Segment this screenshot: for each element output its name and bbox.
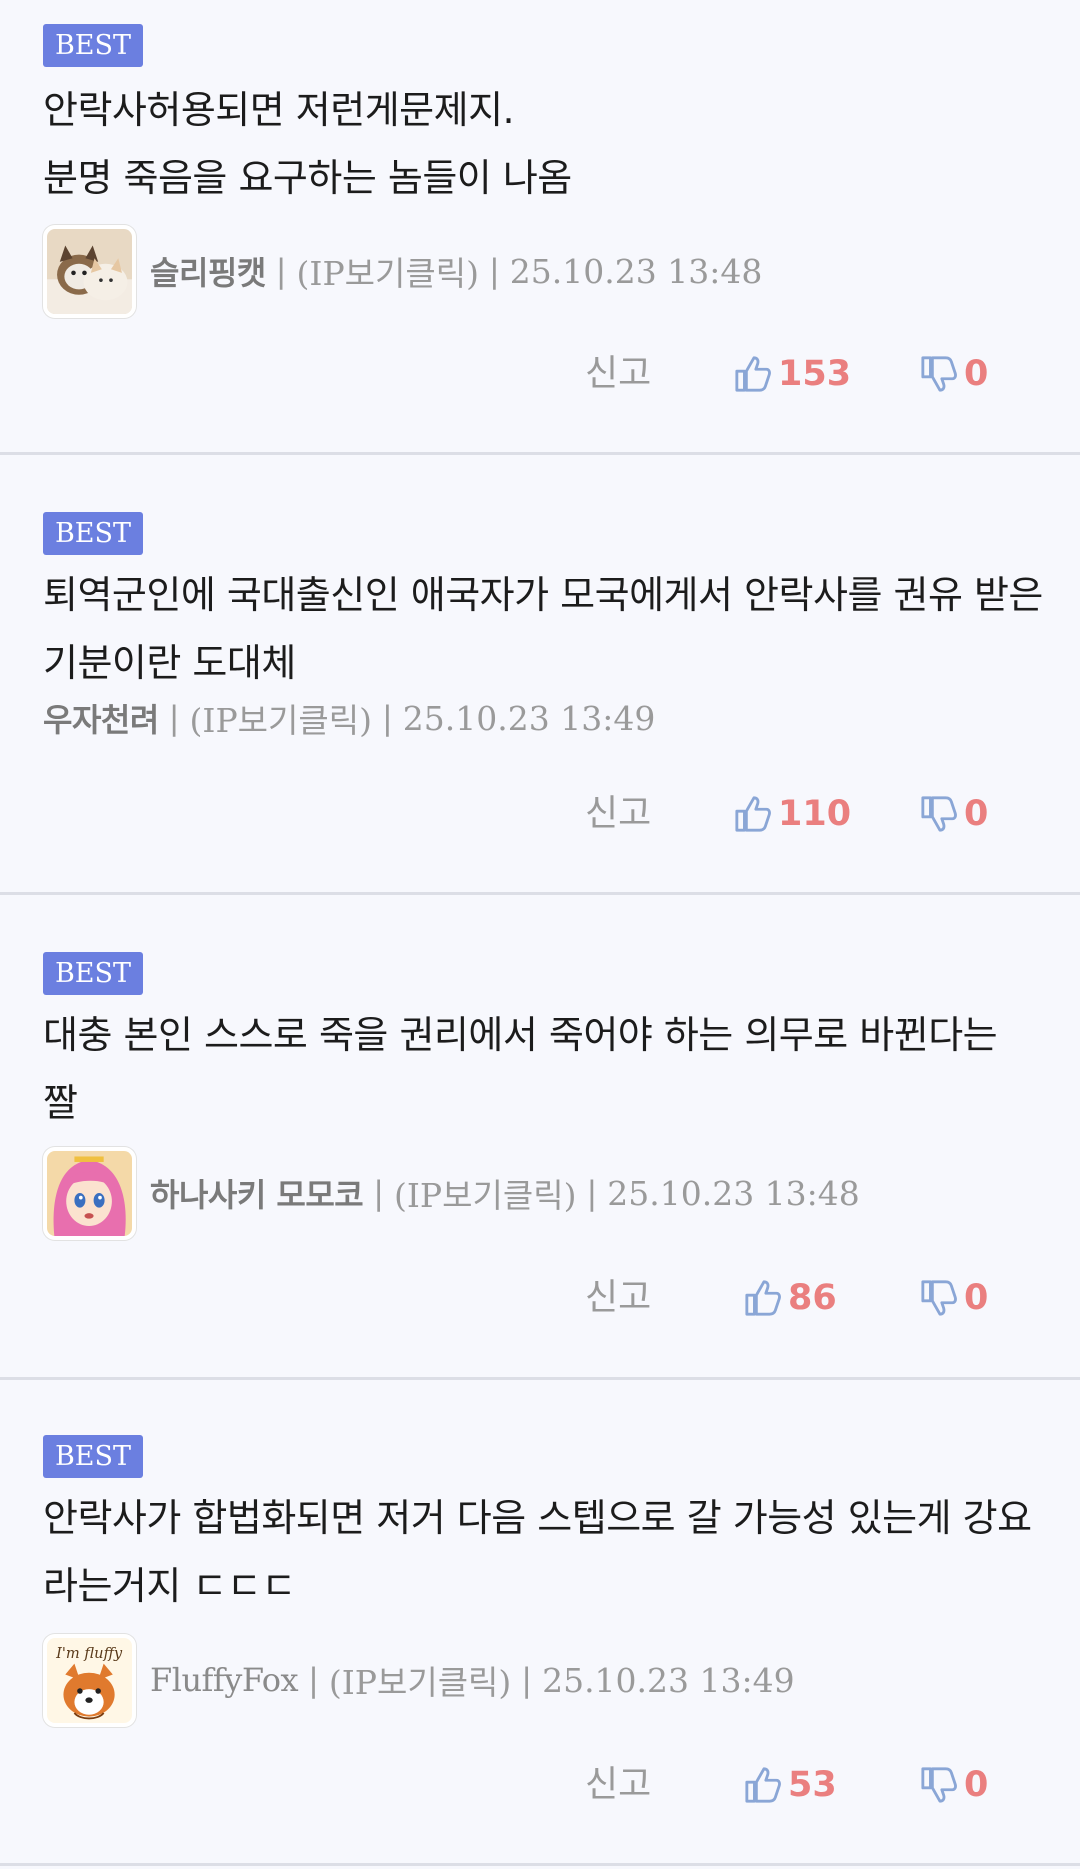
thumbs-up-icon xyxy=(734,354,772,394)
meta-separator: | xyxy=(586,1174,598,1212)
comment-date: 25.10.23 13:49 xyxy=(402,698,656,738)
user-nickname[interactable]: 우자천려 xyxy=(43,695,159,741)
thumbs-down-icon xyxy=(920,1278,958,1318)
report-button[interactable]: 신고 xyxy=(585,1755,651,1815)
meta-separator: | xyxy=(373,1174,385,1212)
comment-item: BEST 안락사허용되면 저런게문제지. 분명 죽음을 요구하는 놈들이 나옴 xyxy=(0,0,1080,455)
thumbs-down-icon xyxy=(920,794,958,834)
comment-text: 퇴역군인에 국대출신인 애국자가 모국에게서 안락사를 권유 받은 기분이란 도… xyxy=(43,573,1043,685)
svg-text:I'm fluffy: I'm fluffy xyxy=(55,1645,123,1662)
like-button[interactable]: 86 xyxy=(744,1268,837,1328)
comment-meta: I'm fluffy FluffyFox | (IP보기클릭) | 25.10.… xyxy=(43,1632,795,1728)
dislike-count: 0 xyxy=(964,354,989,394)
comment-text: 안락사가 합법화되면 저거 다음 스텝으로 갈 가능성 있는게 강요라는거지 ㄷ… xyxy=(43,1496,1032,1608)
anime-girl-icon xyxy=(47,1150,132,1236)
cat-photo-icon xyxy=(47,228,132,314)
meta-separator: | xyxy=(488,252,500,290)
meta-separator: | xyxy=(168,699,180,737)
thumbs-down-icon xyxy=(920,1765,958,1805)
ip-view-link[interactable]: (IP보기클릭) xyxy=(190,694,372,742)
comment-text: 대충 본인 스스로 죽을 권리에서 죽어야 하는 의무로 바뀐다는 짤 xyxy=(43,1013,998,1125)
meta-separator: | xyxy=(521,1661,533,1699)
comment-actions: 신고 153 0 xyxy=(0,344,1080,404)
meta-separator: | xyxy=(381,699,393,737)
comment-meta: 우자천려 | (IP보기클릭) | 25.10.23 13:49 xyxy=(43,688,655,748)
thumbs-up-icon xyxy=(734,794,772,834)
best-badge: BEST xyxy=(43,24,143,67)
comment-date: 25.10.23 13:48 xyxy=(509,251,763,291)
report-button[interactable]: 신고 xyxy=(585,784,651,844)
like-button[interactable]: 110 xyxy=(734,784,851,844)
like-button[interactable]: 153 xyxy=(734,344,851,404)
comment-text-line: 분명 죽음을 요구하는 놈들이 나옴 xyxy=(43,156,572,200)
fox-avatar-icon: I'm fluffy xyxy=(47,1637,132,1723)
thumbs-up-icon xyxy=(744,1765,782,1805)
user-avatar[interactable] xyxy=(43,1146,136,1240)
thumbs-down-icon xyxy=(920,354,958,394)
comment-actions: 신고 86 0 xyxy=(0,1268,1080,1328)
user-nickname[interactable]: 슬리핑캣 xyxy=(150,248,266,294)
ip-view-link[interactable]: (IP보기클릭) xyxy=(297,247,479,295)
meta-separator: | xyxy=(275,252,287,290)
comment-item: BEST 퇴역군인에 국대출신인 애국자가 모국에게서 안락사를 권유 받은 기… xyxy=(0,455,1080,895)
comment-date: 25.10.23 13:49 xyxy=(542,1660,795,1700)
like-count: 110 xyxy=(778,794,852,834)
best-badge: BEST xyxy=(43,952,143,995)
dislike-button[interactable]: 0 xyxy=(920,1268,988,1328)
user-nickname[interactable]: FluffyFox xyxy=(150,1661,299,1699)
dislike-button[interactable]: 0 xyxy=(920,1755,988,1815)
dislike-button[interactable]: 0 xyxy=(920,344,988,404)
like-button[interactable]: 53 xyxy=(744,1755,837,1815)
comment-item: BEST 대충 본인 스스로 죽을 권리에서 죽어야 하는 의무로 바뀐다는 짤… xyxy=(0,895,1080,1380)
user-avatar[interactable]: I'm fluffy xyxy=(43,1633,136,1727)
like-count: 153 xyxy=(778,354,852,394)
comment-text: 안락사허용되면 저런게문제지. 분명 죽음을 요구하는 놈들이 나옴 xyxy=(43,76,1043,212)
dislike-button[interactable]: 0 xyxy=(920,784,988,844)
comment-actions: 신고 110 0 xyxy=(0,784,1080,844)
dislike-count: 0 xyxy=(964,1765,989,1805)
like-count: 53 xyxy=(788,1765,837,1805)
best-badge: BEST xyxy=(43,512,143,555)
meta-separator: | xyxy=(308,1661,319,1699)
dislike-count: 0 xyxy=(964,794,989,834)
comment-meta: 슬리핑캣 | (IP보기클릭) | 25.10.23 13:48 xyxy=(43,223,762,319)
user-avatar[interactable] xyxy=(43,224,136,318)
comment-list: BEST 안락사허용되면 저런게문제지. 분명 죽음을 요구하는 놈들이 나옴 xyxy=(0,0,1080,1869)
dislike-count: 0 xyxy=(964,1278,989,1318)
comment-text-line: 안락사허용되면 저런게문제지. xyxy=(43,88,515,132)
report-button[interactable]: 신고 xyxy=(585,1268,651,1328)
comment-meta: 하나사키 모모코 | (IP보기클릭) | 25.10.23 13:48 xyxy=(43,1145,860,1241)
ip-view-link[interactable]: (IP보기클릭) xyxy=(394,1169,576,1217)
best-badge: BEST xyxy=(43,1435,143,1478)
user-nickname[interactable]: 하나사키 모모코 xyxy=(150,1170,364,1216)
like-count: 86 xyxy=(788,1278,837,1318)
thumbs-up-icon xyxy=(744,1278,782,1318)
ip-view-link[interactable]: (IP보기클릭) xyxy=(329,1656,511,1704)
comment-item: BEST 안락사가 합법화되면 저거 다음 스텝으로 갈 가능성 있는게 강요라… xyxy=(0,1380,1080,1866)
report-button[interactable]: 신고 xyxy=(585,344,651,404)
comment-actions: 신고 53 0 xyxy=(0,1755,1080,1815)
comment-date: 25.10.23 13:48 xyxy=(607,1173,860,1213)
